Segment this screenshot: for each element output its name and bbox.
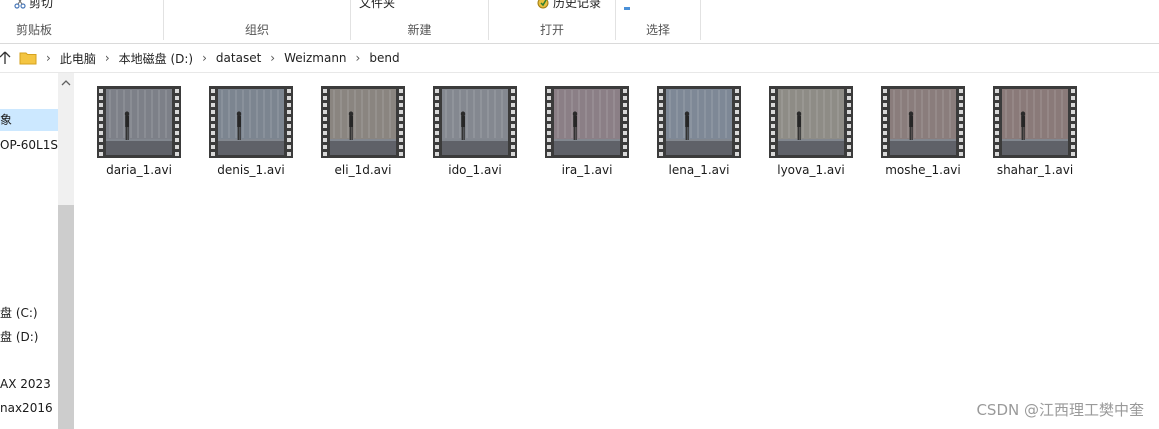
- scissors-icon: [14, 0, 26, 9]
- file-item[interactable]: eli_1d.avi: [311, 86, 409, 186]
- file-item[interactable]: ira_1.avi: [535, 86, 633, 186]
- cut-button[interactable]: 剪切: [14, 0, 53, 11]
- breadcrumb-dataset[interactable]: dataset: [216, 51, 261, 65]
- history-icon: [537, 0, 549, 9]
- new-folder-label: 文件夹: [359, 0, 396, 10]
- breadcrumb-bend[interactable]: bend: [369, 51, 399, 65]
- video-thumbnail-icon: [321, 86, 405, 158]
- breadcrumb-this-pc[interactable]: 此电脑: [60, 50, 96, 67]
- file-item[interactable]: lena_1.avi: [647, 86, 745, 186]
- history-label: 历史记录: [553, 0, 602, 10]
- nav-item-drive-c[interactable]: 盘 (C:): [0, 302, 38, 324]
- file-name: lena_1.avi: [668, 163, 730, 177]
- open-group: 历史记录 打开: [489, 0, 615, 43]
- file-item[interactable]: denis_1.avi: [199, 86, 297, 186]
- select-icon: [624, 7, 630, 10]
- file-name: lyova_1.avi: [777, 163, 845, 177]
- up-arrow-icon[interactable]: [0, 50, 11, 66]
- scrollbar-thumb[interactable]: [58, 205, 74, 429]
- file-name: eli_1d.avi: [334, 163, 392, 177]
- nav-item-drive-d[interactable]: 盘 (D:): [0, 326, 38, 348]
- address-bar: › 此电脑 › 本地磁盘 (D:) › dataset › Weizmann ›…: [0, 44, 1159, 73]
- new-folder-button[interactable]: 文件夹: [359, 0, 395, 11]
- ribbon-divider: [700, 0, 701, 40]
- organize-group: 组织: [164, 0, 350, 43]
- navigation-pane: 象 OP-60L1S 盘 (C:) 盘 (D:) AX 2023 nax2016: [0, 73, 58, 429]
- video-thumbnail-icon: [657, 86, 741, 158]
- file-list: daria_1.avi denis_1.avi eli_1d.avi ido_1.av…: [74, 73, 1159, 429]
- nav-item-objects[interactable]: 象: [0, 109, 58, 131]
- open-group-label: 打开: [539, 23, 564, 37]
- nav-scrollbar[interactable]: [58, 73, 74, 429]
- folder-icon: [19, 52, 37, 65]
- history-button[interactable]: 历史记录: [537, 0, 601, 11]
- scroll-up-icon[interactable]: [61, 79, 71, 87]
- breadcrumb: › 此电脑 › 本地磁盘 (D:) › dataset › Weizmann ›…: [13, 44, 400, 72]
- clipboard-group-label: 剪贴板: [15, 23, 52, 37]
- file-name: denis_1.avi: [217, 163, 285, 177]
- file-name: ido_1.avi: [448, 163, 502, 177]
- chevron-right-icon[interactable]: ›: [202, 51, 207, 65]
- select-group: 选择: [616, 0, 700, 43]
- breadcrumb-weizmann[interactable]: Weizmann: [284, 51, 346, 65]
- chevron-right-icon[interactable]: ›: [105, 51, 110, 65]
- file-name: moshe_1.avi: [885, 163, 961, 177]
- file-item[interactable]: daria_1.avi: [87, 86, 185, 186]
- ribbon: 剪切 剪贴板 组织 文件夹 新建 历史记录 打开 选择: [0, 0, 1159, 44]
- breadcrumb-drive-d[interactable]: 本地磁盘 (D:): [119, 50, 193, 67]
- chevron-right-icon[interactable]: ›: [46, 51, 51, 65]
- file-item[interactable]: moshe_1.avi: [871, 86, 969, 186]
- select-button[interactable]: [624, 0, 635, 12]
- clipboard-group: 剪切 剪贴板: [0, 0, 80, 43]
- chevron-right-icon[interactable]: ›: [270, 51, 275, 65]
- file-name: ira_1.avi: [561, 163, 613, 177]
- chevron-right-icon[interactable]: ›: [356, 51, 361, 65]
- cut-label: 剪切: [29, 0, 54, 10]
- video-thumbnail-icon: [433, 86, 517, 158]
- nav-item-max2016[interactable]: nax2016: [0, 397, 53, 419]
- file-name: shahar_1.avi: [996, 163, 1074, 177]
- nav-item-computer[interactable]: OP-60L1S: [0, 134, 58, 156]
- video-thumbnail-icon: [545, 86, 629, 158]
- select-group-label: 选择: [645, 23, 670, 37]
- file-name: daria_1.avi: [106, 163, 172, 177]
- video-thumbnail-icon: [209, 86, 293, 158]
- video-thumbnail-icon: [881, 86, 965, 158]
- new-group: 文件夹 新建: [351, 0, 488, 43]
- watermark: CSDN @江西理工樊中奎: [976, 401, 1144, 419]
- video-thumbnail-icon: [97, 86, 181, 158]
- video-thumbnail-icon: [993, 86, 1077, 158]
- video-thumbnail-icon: [769, 86, 853, 158]
- organize-group-label: 组织: [244, 23, 269, 37]
- file-item[interactable]: lyova_1.avi: [759, 86, 857, 186]
- nav-item-ax2023[interactable]: AX 2023: [0, 373, 51, 395]
- new-group-label: 新建: [407, 23, 432, 37]
- file-item[interactable]: ido_1.avi: [423, 86, 521, 186]
- file-item[interactable]: shahar_1.avi: [983, 86, 1081, 186]
